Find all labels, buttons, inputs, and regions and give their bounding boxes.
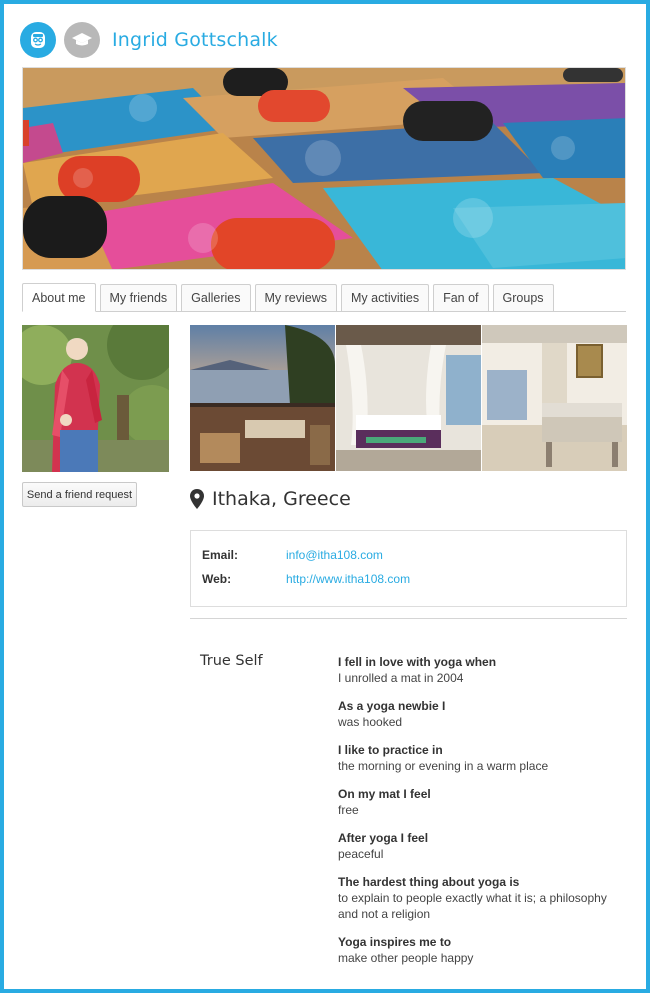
profile-header: Ingrid Gottschalk — [20, 20, 278, 60]
question-text: As a yoga newbie I — [338, 699, 446, 713]
web-link[interactable]: http://www.itha108.com — [286, 572, 410, 586]
list-item: I fell in love with yoga when I unrolled… — [338, 654, 630, 686]
profile-tabs: About me My friends Galleries My reviews… — [22, 283, 626, 312]
list-item: Yoga inspires me to make other people ha… — [338, 934, 630, 966]
question-text: Yoga inspires me to — [338, 935, 452, 949]
question-text: I fell in love with yoga when — [338, 655, 497, 669]
tab-groups[interactable]: Groups — [492, 284, 554, 311]
question-text: The hardest thing about yoga is — [338, 875, 520, 889]
answer-text: I unrolled a mat in 2004 — [338, 671, 464, 685]
tab-galleries[interactable]: Galleries — [181, 284, 251, 311]
answer-text: was hooked — [338, 715, 403, 729]
tab-my-reviews[interactable]: My reviews — [254, 284, 338, 311]
answer-text: peaceful — [338, 847, 384, 861]
tab-my-friends[interactable]: My friends — [99, 284, 178, 311]
location: Ithaka, Greece — [190, 488, 351, 510]
gallery-photo-room[interactable] — [482, 325, 627, 471]
photo-gallery — [190, 325, 627, 471]
map-pin-icon — [190, 489, 204, 509]
cover-photo — [22, 67, 626, 270]
list-item: The hardest thing about yoga is to expla… — [338, 874, 630, 922]
tab-about-me[interactable]: About me — [22, 283, 96, 312]
answer-text: make other people happy — [338, 951, 474, 965]
tab-fan-of[interactable]: Fan of — [433, 284, 489, 311]
list-item: After yoga I feel peaceful — [338, 830, 630, 862]
web-row: Web: http://www.itha108.com — [202, 567, 626, 591]
question-text: I like to practice in — [338, 743, 443, 757]
answer-text: the morning or evening in a warm place — [338, 759, 549, 773]
email-link[interactable]: info@itha108.com — [286, 548, 383, 562]
profile-avatar[interactable] — [22, 325, 169, 472]
gallery-photo-bedroom[interactable] — [336, 325, 481, 471]
section-divider — [190, 618, 627, 619]
answer-text: to explain to people exactly what it is;… — [338, 891, 607, 921]
contact-box: Email: info@itha108.com Web: http://www.… — [190, 530, 627, 607]
question-text: After yoga I feel — [338, 831, 429, 845]
email-row: Email: info@itha108.com — [202, 543, 626, 567]
question-text: On my mat I feel — [338, 787, 431, 801]
gallery-photo-sunset[interactable] — [190, 325, 335, 471]
email-label: Email: — [202, 548, 239, 562]
list-item: I like to practice in the morning or eve… — [338, 742, 630, 774]
list-item: On my mat I feel free — [338, 786, 630, 818]
answer-text: free — [338, 803, 359, 817]
page-frame: Ingrid Gottschalk About me My friends Ga… — [0, 0, 650, 993]
list-item: As a yoga newbie I was hooked — [338, 698, 630, 730]
true-self-title: True Self — [200, 653, 263, 669]
send-friend-request-button[interactable]: Send a friend request — [22, 482, 137, 507]
true-self-list: I fell in love with yoga when I unrolled… — [338, 654, 630, 978]
location-text: Ithaka, Greece — [212, 488, 351, 510]
user-name[interactable]: Ingrid Gottschalk — [112, 29, 278, 51]
web-label: Web: — [202, 572, 232, 586]
teacher-face-icon[interactable] — [20, 22, 56, 58]
tab-my-activities[interactable]: My activities — [341, 284, 430, 311]
graduation-cap-icon[interactable] — [64, 22, 100, 58]
